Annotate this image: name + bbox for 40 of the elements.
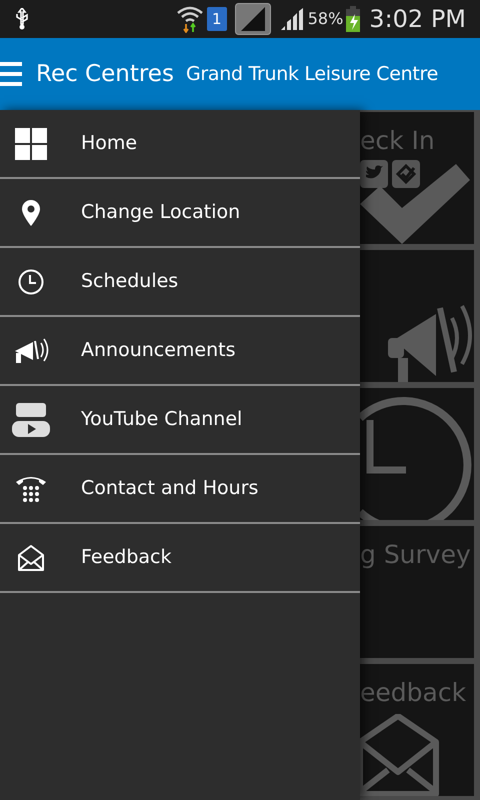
app-title: Rec Centres <box>36 60 174 89</box>
drawer-item-label: Contact and Hours <box>81 476 258 502</box>
sim-badge: 1 <box>206 7 227 31</box>
grid-icon <box>15 128 47 160</box>
tile-background[interactable] <box>360 388 474 520</box>
megaphone-icon <box>13 336 49 364</box>
signal-icon <box>234 3 271 35</box>
menu-icon[interactable] <box>0 61 22 87</box>
tile-label: g Survey <box>360 540 472 570</box>
battery-charging-icon <box>345 6 362 32</box>
drawer-item[interactable]: Schedules <box>0 248 360 317</box>
check-badge-icon <box>392 160 420 188</box>
drawer-item-label: Schedules <box>81 269 178 294</box>
clock-time: 3:02 PM <box>369 4 466 35</box>
tile-label: eck In <box>360 126 436 156</box>
drawer-item-label: YouTube Channel <box>81 407 242 432</box>
checkmark-icon <box>360 164 470 244</box>
envelope-icon <box>17 544 45 572</box>
tile-label: eedback <box>360 678 468 708</box>
drawer-item[interactable]: Announcements <box>0 317 360 386</box>
envelope-icon <box>360 714 440 796</box>
usb-icon <box>14 8 30 30</box>
location-title: Grand Trunk Leisure Centre <box>186 62 438 87</box>
drawer-item-label: Home <box>81 131 138 156</box>
drawer-item[interactable]: Home <box>0 110 360 179</box>
drawer-item[interactable]: Feedback <box>0 524 360 593</box>
drawer-item-label: Change Location <box>81 200 240 226</box>
battery-percent: 58% <box>308 8 344 30</box>
drawer-item[interactable]: Change Location <box>0 179 360 248</box>
signal-bars-icon <box>280 8 305 30</box>
drawer-item[interactable]: Contact and Hours <box>0 455 360 524</box>
video-icon <box>12 402 50 436</box>
drawer-item[interactable]: YouTube Channel <box>0 386 360 455</box>
wifi-icon <box>176 5 203 33</box>
drawer-item-label: Feedback <box>81 545 172 570</box>
location-pin-icon <box>22 200 40 226</box>
bird-icon <box>360 160 388 188</box>
tile-background[interactable] <box>360 250 474 382</box>
drawer-item-label: Announcements <box>81 338 236 364</box>
clock-icon <box>18 268 44 294</box>
